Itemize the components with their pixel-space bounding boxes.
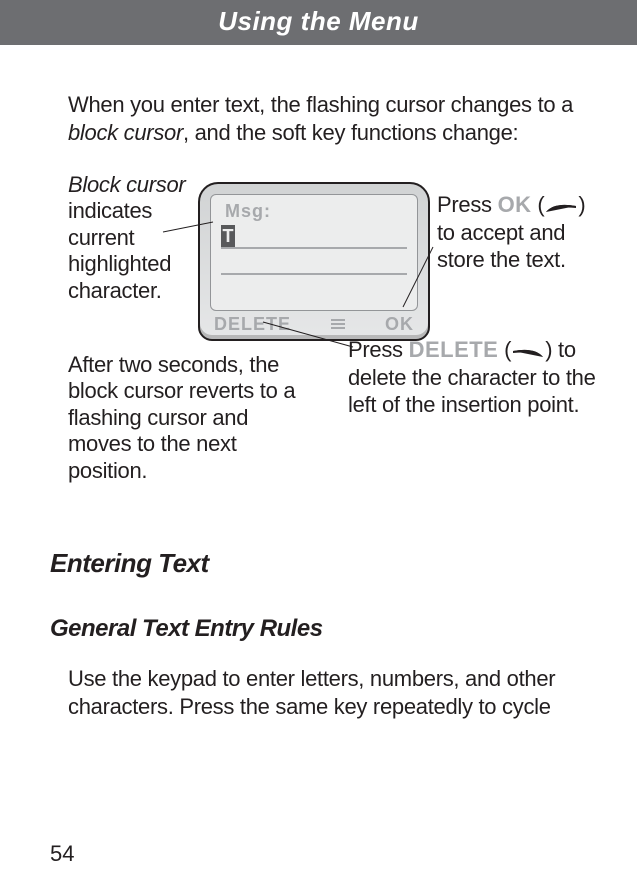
callout-ok-open: ( (532, 192, 545, 217)
leader-blockcursor (163, 232, 223, 262)
phone-screen: Msg: T DELETE OK (198, 182, 430, 341)
callout-delete-code: DELETE (409, 337, 499, 362)
left-softkey-icon (511, 339, 545, 365)
intro-em: block cursor (68, 120, 183, 145)
page-header: Using the Menu (0, 0, 637, 45)
callout-ok-code: OK (498, 192, 532, 217)
text-line-2 (221, 273, 407, 275)
intro-pre: When you enter text, the flashing cursor… (68, 92, 573, 117)
page-number: 54 (50, 841, 74, 867)
heading-general-rules: General Text Entry Rules (50, 615, 587, 643)
heading-entering-text: Entering Text (50, 548, 587, 579)
softkey-right: OK (385, 314, 414, 335)
page-content: When you enter text, the flashing cursor… (0, 45, 637, 720)
callout-block-cursor-rest: indicates current highlighted character. (68, 198, 171, 302)
block-cursor-char: T (221, 225, 235, 247)
callout-delete-open: ( (498, 337, 511, 362)
intro-post: , and the soft key functions change: (183, 120, 518, 145)
callout-block-cursor-em: Block cursor (68, 172, 185, 197)
body-paragraph: Use the keypad to enter letters, numbers… (68, 665, 587, 720)
callout-delete: Press DELETE () to delete the character … (348, 337, 598, 418)
diagram-area: Block cursor indicates current highlight… (68, 172, 587, 512)
phone-inner: Msg: T (210, 194, 418, 311)
leader-delete (263, 322, 363, 352)
intro-paragraph: When you enter text, the flashing cursor… (68, 91, 587, 146)
right-softkey-icon (544, 194, 578, 220)
callout-ok: Press OK () to accept and store the text… (437, 192, 597, 273)
msg-label: Msg: (225, 201, 271, 222)
text-line-1 (221, 247, 407, 249)
callout-ok-pre: Press (437, 192, 498, 217)
callout-after: After two seconds, the block cursor reve… (68, 352, 298, 484)
leader-ok (403, 247, 443, 287)
